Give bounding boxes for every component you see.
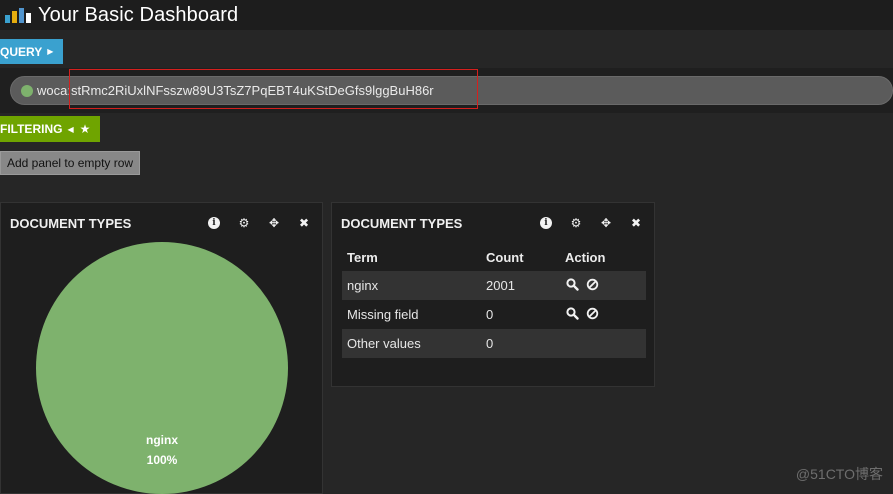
ban-icon[interactable] [585,277,599,291]
term-cell: Other values [342,329,481,358]
table-header-row: Term Count Action [342,243,646,271]
query-tab[interactable]: QUERY ▶ [0,39,64,64]
table-row: Missing field 0 [342,300,646,329]
gear-icon[interactable]: ⚙ [236,215,252,231]
add-panel-button[interactable]: Add panel to empty row [0,151,141,175]
ban-icon[interactable] [585,306,599,320]
query-status-dot[interactable] [21,84,33,97]
search-icon[interactable] [565,277,579,291]
dashboard-title: Your Basic Dashboard [38,3,239,26]
action-cell [560,271,646,300]
terms-table: Term Count Action nginx 2001 Missing fie… [342,243,646,358]
count-cell: 0 [486,307,494,322]
action-cell [560,329,646,358]
filtering-tab-label: FILTERING [0,122,63,136]
panel-title: DOCUMENT TYPES [10,215,132,231]
close-icon[interactable]: ✖ [296,215,312,231]
move-icon[interactable]: ✥ [266,215,282,231]
action-cell [560,300,646,329]
top-bar: Your Basic Dashboard [0,0,893,30]
query-input[interactable]: woca:stRmc2RiUxlNFsszw89U3TsZ7PqEBT4uKSt… [10,76,893,105]
search-icon[interactable] [565,306,579,320]
column-header-term[interactable]: Term [342,243,481,271]
gear-icon[interactable]: ⚙ [568,215,584,231]
panel-header: DOCUMENT TYPES i ⚙ ✥ ✖ [1,203,322,243]
pie-slice-label: nginx [146,433,178,447]
close-icon[interactable]: ✖ [628,215,644,231]
table-row: nginx 2001 [342,271,646,300]
panel-title: DOCUMENT TYPES [341,215,463,231]
query-row: woca:stRmc2RiUxlNFsszw89U3TsZ7PqEBT4uKSt… [0,68,893,113]
caret-right-icon: ▶ [47,47,54,56]
watermark: @51CTO博客 [795,466,883,482]
panel-actions: i ⚙ ✥ ✖ [538,215,654,231]
document-types-table-panel: DOCUMENT TYPES i ⚙ ✥ ✖ Term Count Action… [331,202,655,387]
document-types-pie-panel: DOCUMENT TYPES i ⚙ ✥ ✖ nginx 100% [0,202,323,494]
star-icon[interactable]: ★ [80,122,91,136]
count-cell: 0 [481,329,560,358]
panel-header: DOCUMENT TYPES i ⚙ ✥ ✖ [332,203,654,243]
pie-slice-percent: 100% [146,453,178,467]
filtering-tab[interactable]: FILTERING ◀ ★ [0,116,101,142]
info-icon[interactable]: i [206,215,222,231]
query-text[interactable]: woca:stRmc2RiUxlNFsszw89U3TsZ7PqEBT4uKSt… [37,83,434,98]
table-row: Other values 0 [342,329,646,358]
move-icon[interactable]: ✥ [598,215,614,231]
column-header-count[interactable]: Count [481,243,560,271]
panel-actions: i ⚙ ✥ ✖ [206,215,322,231]
kibana-logo-icon [5,8,31,23]
pie-chart: nginx 100% [36,242,288,494]
query-tab-label: QUERY [0,44,43,59]
caret-left-icon: ◀ [67,124,74,134]
column-header-action: Action [565,249,606,265]
term-cell: nginx [342,271,481,300]
term-cell: Missing field [347,307,419,322]
count-cell: 2001 [481,271,560,300]
info-icon[interactable]: i [538,215,554,231]
